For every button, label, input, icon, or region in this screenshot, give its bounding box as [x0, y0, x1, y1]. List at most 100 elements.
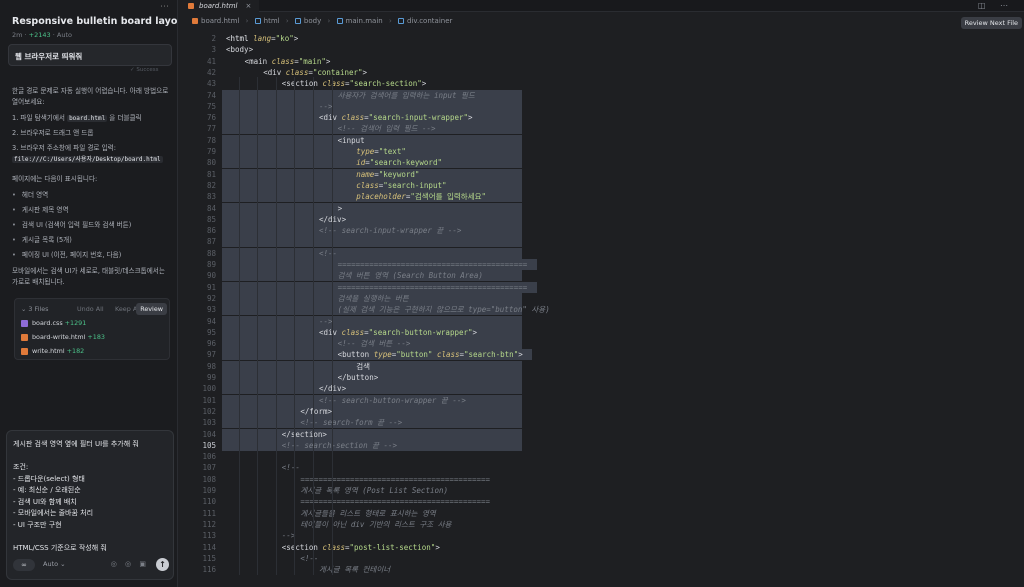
code-line[interactable]: 43 <section class="search-section">: [178, 78, 1024, 89]
code-line[interactable]: 96 <!-- 검색 버튼 -->: [178, 338, 1024, 350]
composer-input[interactable]: 게시판 검색 영역 옆에 필터 UI를 추가해 줘 조건: - 드롭다운(sel…: [13, 439, 171, 554]
code-token: html: [230, 34, 249, 43]
code-line[interactable]: 90 검색 버튼 영역 (Search Button Area): [178, 270, 1024, 282]
breadcrumb-item[interactable]: div.container: [407, 17, 452, 25]
code-line[interactable]: 87: [178, 236, 1024, 248]
file-name: board.css: [32, 319, 63, 327]
list-item: 2. 브라우저로 드래그 앤 드롭: [12, 128, 174, 139]
files-count[interactable]: ⌄ 3 Files: [21, 305, 49, 313]
code-line[interactable]: 76 <div class="search-input-wrapper">: [178, 112, 1024, 124]
code-line[interactable]: 97 <button type="button" class="search-bt…: [178, 349, 1024, 361]
send-icon[interactable]: ↑: [156, 558, 169, 571]
chevron-right-icon: ›: [285, 17, 289, 25]
code-line[interactable]: 78 <input: [178, 134, 1024, 146]
code-line[interactable]: 106: [178, 451, 1024, 462]
more-options-icon[interactable]: ⋯: [160, 2, 169, 12]
code-line[interactable]: 92 검색을 실행하는 버튼: [178, 292, 1024, 304]
diff-highlight: [222, 315, 522, 327]
code-line[interactable]: 3 <body>: [178, 44, 1024, 55]
composer-action-icons[interactable]: ◎ ◎ ▣: [111, 560, 149, 568]
undo-all-button[interactable]: Undo All: [77, 305, 104, 313]
code-token: >: [435, 542, 440, 552]
code-line[interactable]: 83 placeholder="검색어를 입력하세요": [178, 191, 1024, 203]
code-line[interactable]: 95 <div class="search-button-wrapper">: [178, 326, 1024, 338]
agent-mode-icon[interactable]: ∞: [13, 559, 35, 571]
code-line[interactable]: 80 id="search-keyword": [178, 157, 1024, 169]
code-line[interactable]: 93 (실제 검색 기능은 구현하지 않으므로 type="button" 사용): [178, 304, 1024, 316]
code-text: <main class="main">: [245, 56, 331, 67]
code-line[interactable]: 100</div>: [178, 383, 1024, 395]
line-number: 91: [206, 282, 216, 292]
code-line[interactable]: 89 ======================================…: [178, 259, 1024, 270]
code-line[interactable]: 107 <!--: [178, 462, 1024, 473]
code-token: >: [362, 67, 368, 77]
line-number: 109: [202, 486, 216, 495]
breadcrumb-item[interactable]: main.main: [346, 17, 383, 25]
code-line[interactable]: 104 </section>: [178, 428, 1024, 440]
breadcrumb-item[interactable]: board.html: [201, 17, 239, 25]
code-line[interactable]: 98 검색: [178, 360, 1024, 372]
code-line[interactable]: 112 테이블이 아닌 div 기반의 리스트 구조 사용: [178, 519, 1024, 530]
code-token: id: [356, 158, 366, 168]
code-line[interactable]: 79 type="text": [178, 146, 1024, 157]
model-select[interactable]: Auto ⌄: [43, 560, 66, 568]
review-next-file-button[interactable]: Review Next File: [960, 17, 1022, 29]
breadcrumb-item[interactable]: body: [304, 17, 321, 25]
code-line[interactable]: 81 name="keyword": [178, 168, 1024, 180]
editor-actions[interactable]: ◫ ⋯: [978, 0, 1014, 12]
code-line[interactable]: 41 <main class="main">: [178, 56, 1024, 67]
code-token: class: [271, 56, 295, 66]
breadcrumb-item[interactable]: html: [264, 17, 280, 25]
code-line[interactable]: 115 <!--: [178, 553, 1024, 564]
code-line[interactable]: 99 </button>: [178, 372, 1024, 383]
code-line[interactable]: 102 </form>: [178, 405, 1024, 417]
file-item[interactable]: write.html +182: [21, 347, 84, 359]
code-token: type: [356, 147, 375, 156]
file-item[interactable]: board.css +1291: [21, 319, 86, 331]
chat-composer[interactable]: 게시판 검색 영역 옆에 필터 UI를 추가해 줘 조건: - 드롭다운(sel…: [6, 430, 174, 580]
element-icon: [336, 18, 343, 24]
code-line[interactable]: 109 게시글 목록 영역 (Post List Section): [178, 485, 1024, 496]
code-line[interactable]: 111 게시글들을 리스트 형태로 표시하는 영역: [178, 508, 1024, 519]
file-item[interactable]: board-write.html +183: [21, 333, 105, 345]
inline-code: file:///C:/Users/사용자/Desktop/board.html: [12, 156, 163, 163]
code-line[interactable]: 105 <!-- search-section 끝 -->: [178, 439, 1024, 451]
code-line[interactable]: 110 =====================================…: [178, 496, 1024, 507]
code-line[interactable]: 77 <!-- 검색어 입력 필드 -->: [178, 123, 1024, 135]
code-line[interactable]: 114 <section class="post-list-section">: [178, 542, 1024, 553]
code-line[interactable]: 42 <div class="container">: [178, 67, 1024, 78]
review-button[interactable]: Review: [136, 303, 167, 315]
code-line[interactable]: 108 =====================================…: [178, 474, 1024, 485]
code-line[interactable]: 116 게시글 목록 컨테이너: [178, 564, 1024, 575]
code-token: "keyword": [378, 169, 420, 179]
code-line[interactable]: 103 <!-- search-form 끝 -->: [178, 417, 1024, 429]
code-line[interactable]: 75 -->: [178, 100, 1024, 112]
indent-guide: [294, 77, 296, 576]
chat-meta-added: +2143: [28, 31, 51, 39]
code-line[interactable]: 101 <!-- search-button-wrapper 끝 -->: [178, 394, 1024, 406]
code-line[interactable]: 2 <html lang="ko">: [178, 33, 1024, 44]
code-line[interactable]: 86 <!-- search-input-wrapper 끝 -->: [178, 225, 1024, 237]
code-line[interactable]: 85</div>: [178, 213, 1024, 225]
code-token: "검색어를 입력하세요": [410, 192, 487, 202]
code-line[interactable]: 82 class="search-input": [178, 179, 1024, 191]
line-number: 114: [202, 542, 216, 552]
close-icon[interactable]: ×: [246, 2, 252, 10]
code-text: <!-- search-button-wrapper 끝 -->: [319, 395, 466, 406]
code-text: <section class="search-section">: [282, 78, 427, 89]
code-token: "search-btn": [464, 350, 519, 360]
code-line[interactable]: 84 >: [178, 202, 1024, 214]
tab-board-html[interactable]: board.html ×: [178, 0, 260, 12]
code-line[interactable]: 88 <!--: [178, 247, 1024, 259]
line-number: 86: [206, 226, 216, 236]
user-message[interactable]: 웹 브라우저로 띄워줘: [8, 44, 172, 66]
breadcrumb: board.html › html › body › main.main › d…: [192, 17, 452, 25]
line-number: 82: [206, 180, 216, 190]
code-token: (실제 검색 기능은 구현하지 않으므로 type="button" 사용): [337, 305, 550, 315]
code-line[interactable]: 74 사용자가 검색어를 입력하는 input 필드: [178, 89, 1024, 101]
success-label: ✓ Success: [130, 67, 159, 73]
code-line[interactable]: 91 ======================================…: [178, 281, 1024, 293]
code-line[interactable]: 113 -->: [178, 530, 1024, 541]
code-text: (실제 검색 기능은 구현하지 않으므로 type="button" 사용): [338, 304, 550, 315]
code-line[interactable]: 94 -->: [178, 315, 1024, 327]
